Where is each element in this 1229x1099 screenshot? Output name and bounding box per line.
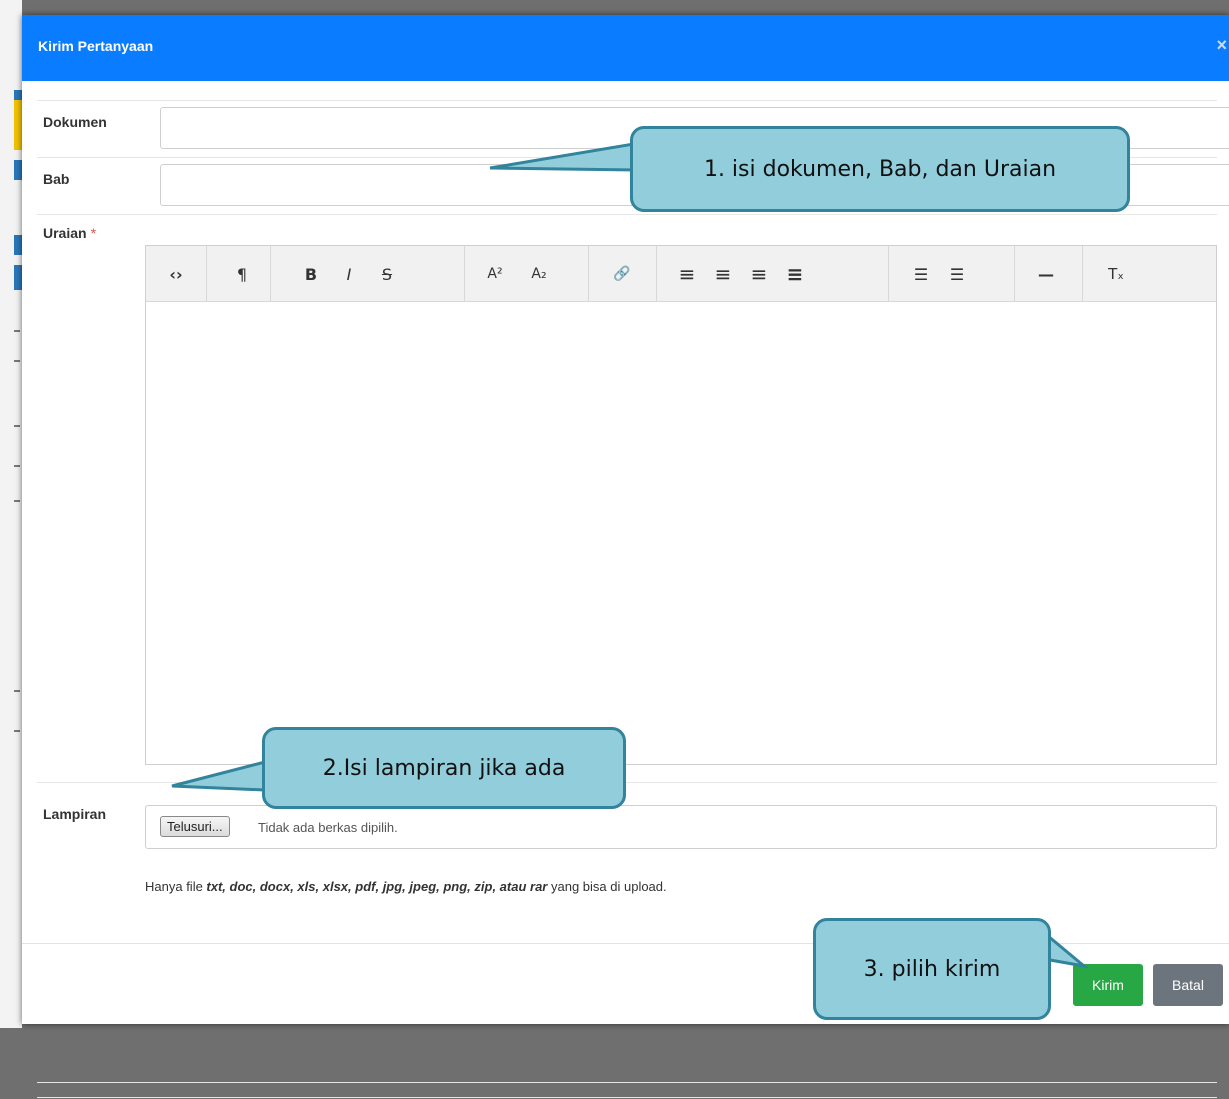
background-page (0, 0, 22, 1028)
kirim-button[interactable]: Kirim (1073, 964, 1143, 1006)
browse-button[interactable]: Telusuri... (160, 816, 230, 837)
batal-button[interactable]: Batal (1153, 964, 1223, 1006)
file-status-text: Tidak ada berkas dipilih. (258, 820, 398, 835)
backdrop-text (14, 425, 20, 427)
upload-hint: Hanya file txt, doc, docx, xls, xlsx, pd… (145, 879, 667, 894)
backdrop-text (14, 690, 20, 692)
hint-suffix: yang bisa di upload. (547, 879, 667, 894)
backdrop-bar (14, 235, 22, 255)
lampiran-label: Lampiran (43, 806, 107, 822)
backdrop-text (14, 500, 20, 502)
backdrop-bar (14, 160, 22, 180)
lampiran-file-input: Telusuri... Tidak ada berkas dipilih. (145, 805, 1217, 849)
hint-prefix: Hanya file (145, 879, 207, 894)
hint-file-types: txt, doc, docx, xls, xlsx, pdf, jpg, jpe… (206, 879, 548, 894)
callout-2: 2.Isi lampiran jika ada (262, 727, 626, 809)
backdrop-highlight (14, 100, 22, 150)
backdrop-text (14, 465, 20, 467)
backdrop-text (14, 330, 20, 332)
offscreen-19 (37, 1082, 1217, 1083)
backdrop-text (14, 360, 20, 362)
backdrop-bar (14, 265, 22, 290)
callout-1: 1. isi dokumen, Bab, dan Uraian (630, 126, 1130, 212)
callout-3: 3. pilih kirim (813, 918, 1051, 1020)
backdrop-bar (14, 90, 22, 100)
backdrop-text (14, 730, 20, 732)
offscreen-23 (37, 1097, 1217, 1098)
